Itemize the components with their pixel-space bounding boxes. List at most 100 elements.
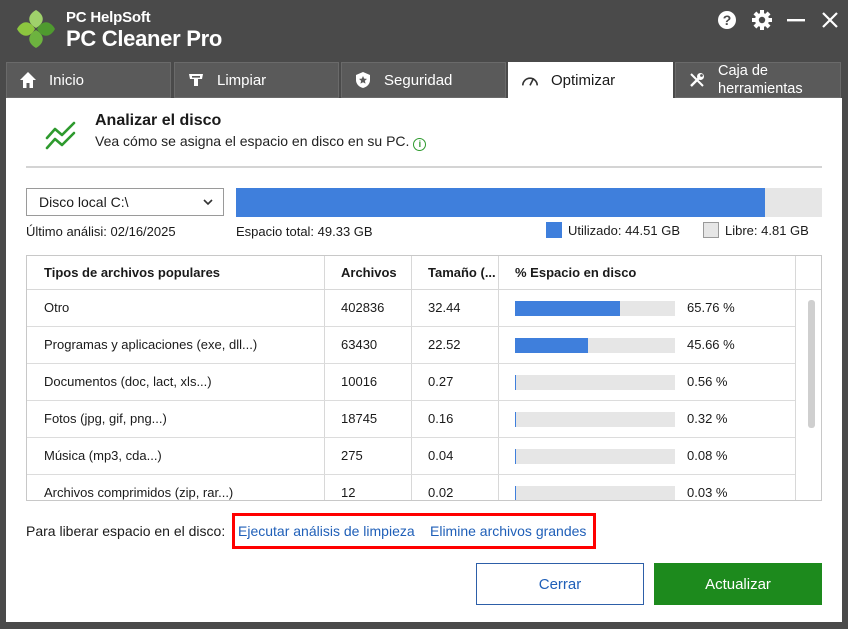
legend-free-label: Libre: 4.81 GB [725,222,809,238]
page-title: Analizar el disco [95,112,222,129]
help-icon[interactable]: ? [716,9,738,31]
legend-free: Libre: 4.81 GB [703,222,809,238]
minimize-icon[interactable] [785,9,807,31]
cell-percent: 65.76 % [687,300,735,315]
cell-files: 63430 [341,337,378,352]
percent-bar [515,375,675,390]
cell-type: Música (mp3, cda...) [44,448,162,463]
cell-files: 18745 [341,411,378,426]
home-icon [19,71,37,89]
cell-type: Programas y aplicaciones (exe, dll...) [44,337,258,352]
content-panel: Analizar el disco Vea cómo se asigna el … [6,98,842,622]
percent-bar [515,449,675,464]
percent-bar-fill [515,486,516,500]
percent-bar-fill [515,412,516,427]
tab-caja-herramientas[interactable]: Caja de herramientas [675,62,841,98]
percent-bar-fill [515,301,621,316]
table-header: Tipos de archivos populares Archivos Tam… [27,256,821,290]
column-divider [795,256,796,500]
chevron-down-icon [203,199,213,206]
tab-optimizar[interactable]: Optimizar [508,62,673,98]
run-cleanup-scan-link[interactable]: Ejecutar análisis de limpieza [238,523,415,539]
column-header-files[interactable]: Archivos [341,256,411,290]
cell-files: 10016 [341,374,378,389]
cell-size: 0.04 [428,448,454,463]
cell-files: 275 [341,448,363,463]
chart-line-icon [45,121,76,150]
tab-label-line2: herramientas [718,81,803,97]
cell-percent: 0.56 % [687,374,728,389]
column-header-percent[interactable]: % Espacio en disco [515,256,715,290]
tab-limpiar[interactable]: Limpiar [174,62,339,98]
tab-label: Optimizar [551,71,616,89]
percent-bar [515,412,675,427]
table-row[interactable]: Archivos comprimidos (zip, rar...) 12 0.… [27,475,795,500]
drive-select-value: Disco local C:\ [39,194,129,210]
cell-files: 12 [341,485,356,500]
percent-bar-fill [515,338,589,353]
cell-percent: 0.08 % [687,448,728,463]
cell-files: 402836 [341,300,385,315]
table-row[interactable]: Programas y aplicaciones (exe, dll...) 6… [27,327,795,364]
scrollbar-thumb[interactable] [808,300,815,428]
table-row[interactable]: Otro 402836 32.44 65.76 % [27,290,795,327]
tools-icon [688,71,706,89]
shield-icon [354,71,372,89]
cell-size: 0.02 [428,485,454,500]
svg-text:?: ? [723,12,732,28]
update-button[interactable]: Actualizar [654,563,822,605]
remove-large-files-link[interactable]: Elimine archivos grandes [430,523,586,539]
cell-type: Otro [44,300,70,315]
main-tabs: Inicio Limpiar Seguridad Optimizar Caja … [6,62,842,98]
percent-bar-fill [515,449,516,464]
legend-used: Utilizado: 44.51 GB [546,222,680,238]
disk-usage-bar [236,188,822,217]
table-row[interactable]: Fotos (jpg, gif, png...) 18745 0.16 0.32… [27,401,795,438]
close-icon[interactable] [819,9,841,31]
cell-percent: 45.66 % [687,337,735,352]
broom-icon [187,71,205,89]
divider [26,166,822,168]
gear-icon[interactable] [751,9,773,31]
title-bar: PC HelpSoft PC Cleaner Pro ? [0,0,848,62]
brand-company: PC HelpSoft [66,9,151,26]
percent-bar-fill [515,375,516,390]
percent-bar [515,338,675,353]
percent-bar [515,486,675,500]
table-row[interactable]: Documentos (doc, lact, xls...) 10016 0.2… [27,364,795,401]
close-button[interactable]: Cerrar [476,563,644,605]
legend-used-label: Utilizado: 44.51 GB [568,222,681,238]
column-header-size[interactable]: Tamaño (... [428,256,496,290]
cell-size: 32.44 [428,300,461,315]
tab-label: Limpiar [217,71,267,89]
subtitle-text: Vea cómo se asigna el espacio en disco e… [95,133,410,149]
column-header-type[interactable]: Tipos de archivos populares [44,256,314,290]
app-logo [17,10,55,48]
free-space-label: Para liberar espacio en el disco: [26,523,226,539]
tab-label: Seguridad [384,71,453,89]
gauge-icon [521,71,539,89]
cell-size: 22.52 [428,337,461,352]
last-scan-date: Último análisi: 02/16/2025 [26,224,176,239]
cell-percent: 0.03 % [687,485,728,500]
cell-type: Archivos comprimidos (zip, rar...) [44,485,234,500]
file-types-table[interactable]: Tipos de archivos populares Archivos Tam… [26,255,822,501]
table-row[interactable]: Música (mp3, cda...) 275 0.04 0.08 % [27,438,795,475]
cell-percent: 0.32 % [687,411,728,426]
brand-product: PC Cleaner Pro [66,26,222,51]
tab-label: Inicio [49,71,85,89]
legend-free-swatch [703,222,719,238]
page-subtitle: Vea cómo se asigna el espacio en disco e… [95,133,427,151]
disk-usage-fill [236,188,765,217]
tab-label-line1: Caja de [718,63,768,79]
tab-seguridad[interactable]: Seguridad [341,62,506,98]
cell-size: 0.16 [428,411,454,426]
percent-bar [515,301,675,316]
tab-inicio[interactable]: Inicio [6,62,171,98]
legend-used-swatch [546,222,562,238]
cell-size: 0.27 [428,374,454,389]
cell-type: Fotos (jpg, gif, png...) [44,411,167,426]
info-icon[interactable]: i [413,138,427,151]
drive-select[interactable]: Disco local C:\ [26,188,224,216]
total-space: Espacio total: 49.33 GB [236,224,373,239]
